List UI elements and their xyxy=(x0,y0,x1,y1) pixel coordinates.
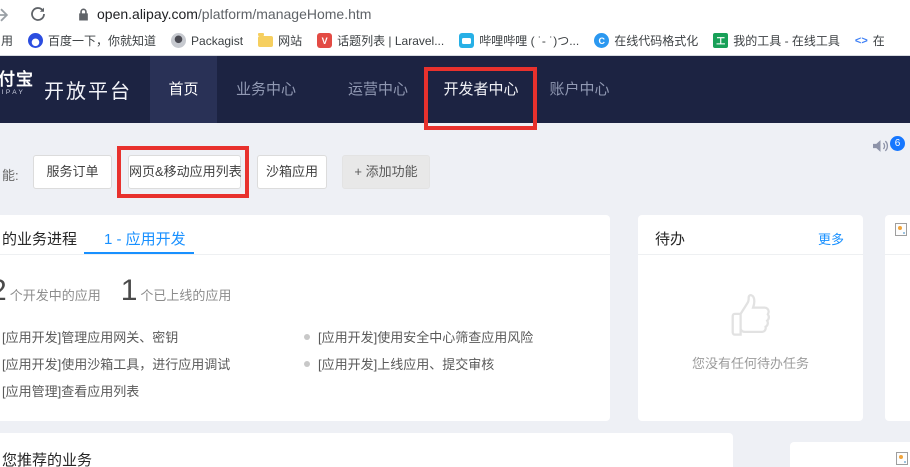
code-format-icon: C xyxy=(594,33,609,48)
developing-app-label: 个开发中的应用 xyxy=(10,285,101,304)
web-mobile-app-list-button[interactable]: 网页&移动应用列表 xyxy=(128,155,241,189)
bookmark-label: 用 xyxy=(1,32,13,49)
reload-icon[interactable] xyxy=(29,5,47,23)
address-bar[interactable]: open.alipay.com/platform/manageHome.htm xyxy=(97,6,371,22)
baidu-icon xyxy=(28,33,43,48)
bookmark-item-baidu[interactable]: 百度一下，你就知道 xyxy=(28,32,156,49)
topic-list-icon: V xyxy=(317,33,332,48)
bookmark-item-topics[interactable]: V 话题列表 | Laravel... xyxy=(317,32,444,49)
card-header-divider xyxy=(885,254,910,255)
function-bar-label: 能: xyxy=(2,165,19,184)
task-item: [应用管理]查看应用列表 xyxy=(2,381,139,400)
bookmark-label: 话题列表 | Laravel... xyxy=(337,32,444,49)
bookmark-label: 网站 xyxy=(278,32,302,49)
task-item: [应用开发]使用沙箱工具，进行应用调试 xyxy=(2,354,230,373)
todo-empty-text: 您没有任何待办任务 xyxy=(638,353,863,372)
todo-card-title: 待办 xyxy=(655,228,685,249)
bullet-dot xyxy=(304,361,310,367)
tools-icon: 工 xyxy=(713,33,728,48)
bookmark-item[interactable]: 用 xyxy=(1,32,13,49)
nav-item-home[interactable]: 首页 xyxy=(150,56,217,123)
url-path: /platform/manageHome.htm xyxy=(198,6,372,22)
url-host: open.alipay.com xyxy=(97,6,198,22)
bookmarks-bar: 用 百度一下，你就知道 Packagist 网站 V 话题列表 | Larave… xyxy=(0,28,910,56)
alipay-logo-en: ALIPAY xyxy=(0,89,34,96)
task-item: [应用开发]上线应用、提交审核 xyxy=(304,354,494,373)
card-header-divider xyxy=(0,254,610,255)
broken-image-icon xyxy=(896,452,908,465)
task-item: [应用开发]使用安全中心筛查应用风险 xyxy=(304,327,533,346)
bookmark-label: 在线代码格式化 xyxy=(614,32,698,49)
online-app-count: 1 xyxy=(121,275,138,307)
todo-card: 待办 更多 您没有任何待办任务 xyxy=(638,215,863,421)
progress-card-title: 的业务进程 xyxy=(2,228,77,249)
tab-active-underline xyxy=(84,252,194,254)
recommended-business-card: 您推荐的业务 xyxy=(0,433,733,467)
bookmark-item-packagist[interactable]: Packagist xyxy=(171,33,243,48)
nav-item-developer-center[interactable]: 开发者中心 xyxy=(437,56,525,123)
developing-app-count: 2 xyxy=(0,275,7,307)
online-app-label: 个已上线的应用 xyxy=(140,285,231,304)
service-orders-button[interactable]: 服务订单 xyxy=(33,155,112,189)
business-progress-card: 的业务进程 1 - 应用开发 2 个开发中的应用 1 个已上线的应用 [应用开发… xyxy=(0,215,610,421)
tab-app-development[interactable]: 1 - 应用开发 xyxy=(104,228,186,249)
app-stats: 2 个开发中的应用 1 个已上线的应用 xyxy=(0,275,231,307)
forward-arrow-icon[interactable] xyxy=(0,5,11,25)
task-item: [应用开发]管理应用网关、密钥 xyxy=(2,327,178,346)
sandbox-app-button[interactable]: 沙箱应用 xyxy=(257,155,327,189)
recommended-title: 您推荐的业务 xyxy=(2,449,92,467)
bottom-right-card xyxy=(790,442,910,467)
nav-item-account-center[interactable]: 账户中心 xyxy=(542,56,617,123)
task-text: [应用开发]上线应用、提交审核 xyxy=(318,354,494,373)
bilibili-icon xyxy=(459,33,474,48)
bullet-dot xyxy=(304,334,310,340)
bookmark-label: 我的工具 - 在线工具 xyxy=(733,32,840,49)
announcement-speaker-icon[interactable] xyxy=(870,136,891,156)
add-function-button[interactable]: + 添加功能 xyxy=(342,155,430,189)
bookmark-label: 百度一下，你就知道 xyxy=(48,32,156,49)
platform-title: 开放平台 xyxy=(44,75,132,104)
partial-right-card xyxy=(885,215,910,421)
lock-icon[interactable] xyxy=(77,7,90,22)
card-header-divider xyxy=(638,254,863,255)
nav-item-business-center[interactable]: 业务中心 xyxy=(222,56,310,123)
bookmark-item-bilibili[interactable]: 哔哩哔哩 ( ˙- ˙)つ... xyxy=(459,32,579,49)
notification-badge[interactable]: 6 xyxy=(890,136,905,151)
bookmark-label: 哔哩哔哩 ( ˙- ˙)つ... xyxy=(479,32,579,49)
folder-icon xyxy=(258,36,273,47)
alipay-logo-cn: 支付宝 xyxy=(0,70,34,89)
browser-toolbar: open.alipay.com/platform/manageHome.htm xyxy=(0,0,910,28)
bookmark-item-online[interactable]: <> 在 xyxy=(855,32,885,49)
alipay-logo[interactable]: 支付宝 ALIPAY xyxy=(0,70,34,96)
bookmark-label: Packagist xyxy=(191,34,243,48)
code-brackets-icon: <> xyxy=(855,33,868,48)
bookmark-item-website[interactable]: 网站 xyxy=(258,32,302,49)
nav-item-operation-center[interactable]: 运营中心 xyxy=(334,56,422,123)
page: open.alipay.com/platform/manageHome.htm … xyxy=(0,0,910,467)
broken-image-icon xyxy=(895,223,907,236)
thumbs-up-icon xyxy=(726,291,776,350)
bookmark-label: 在 xyxy=(873,32,885,49)
bookmark-item-code-format[interactable]: C 在线代码格式化 xyxy=(594,32,698,49)
bookmark-item-tools[interactable]: 工 我的工具 - 在线工具 xyxy=(713,32,840,49)
task-text: [应用开发]使用安全中心筛查应用风险 xyxy=(318,327,533,346)
todo-more-link[interactable]: 更多 xyxy=(818,229,844,248)
main-navigation: 支付宝 ALIPAY 开放平台 首页 业务中心 运营中心 开发者中心 账户中心 … xyxy=(0,56,910,123)
packagist-icon xyxy=(171,33,186,48)
